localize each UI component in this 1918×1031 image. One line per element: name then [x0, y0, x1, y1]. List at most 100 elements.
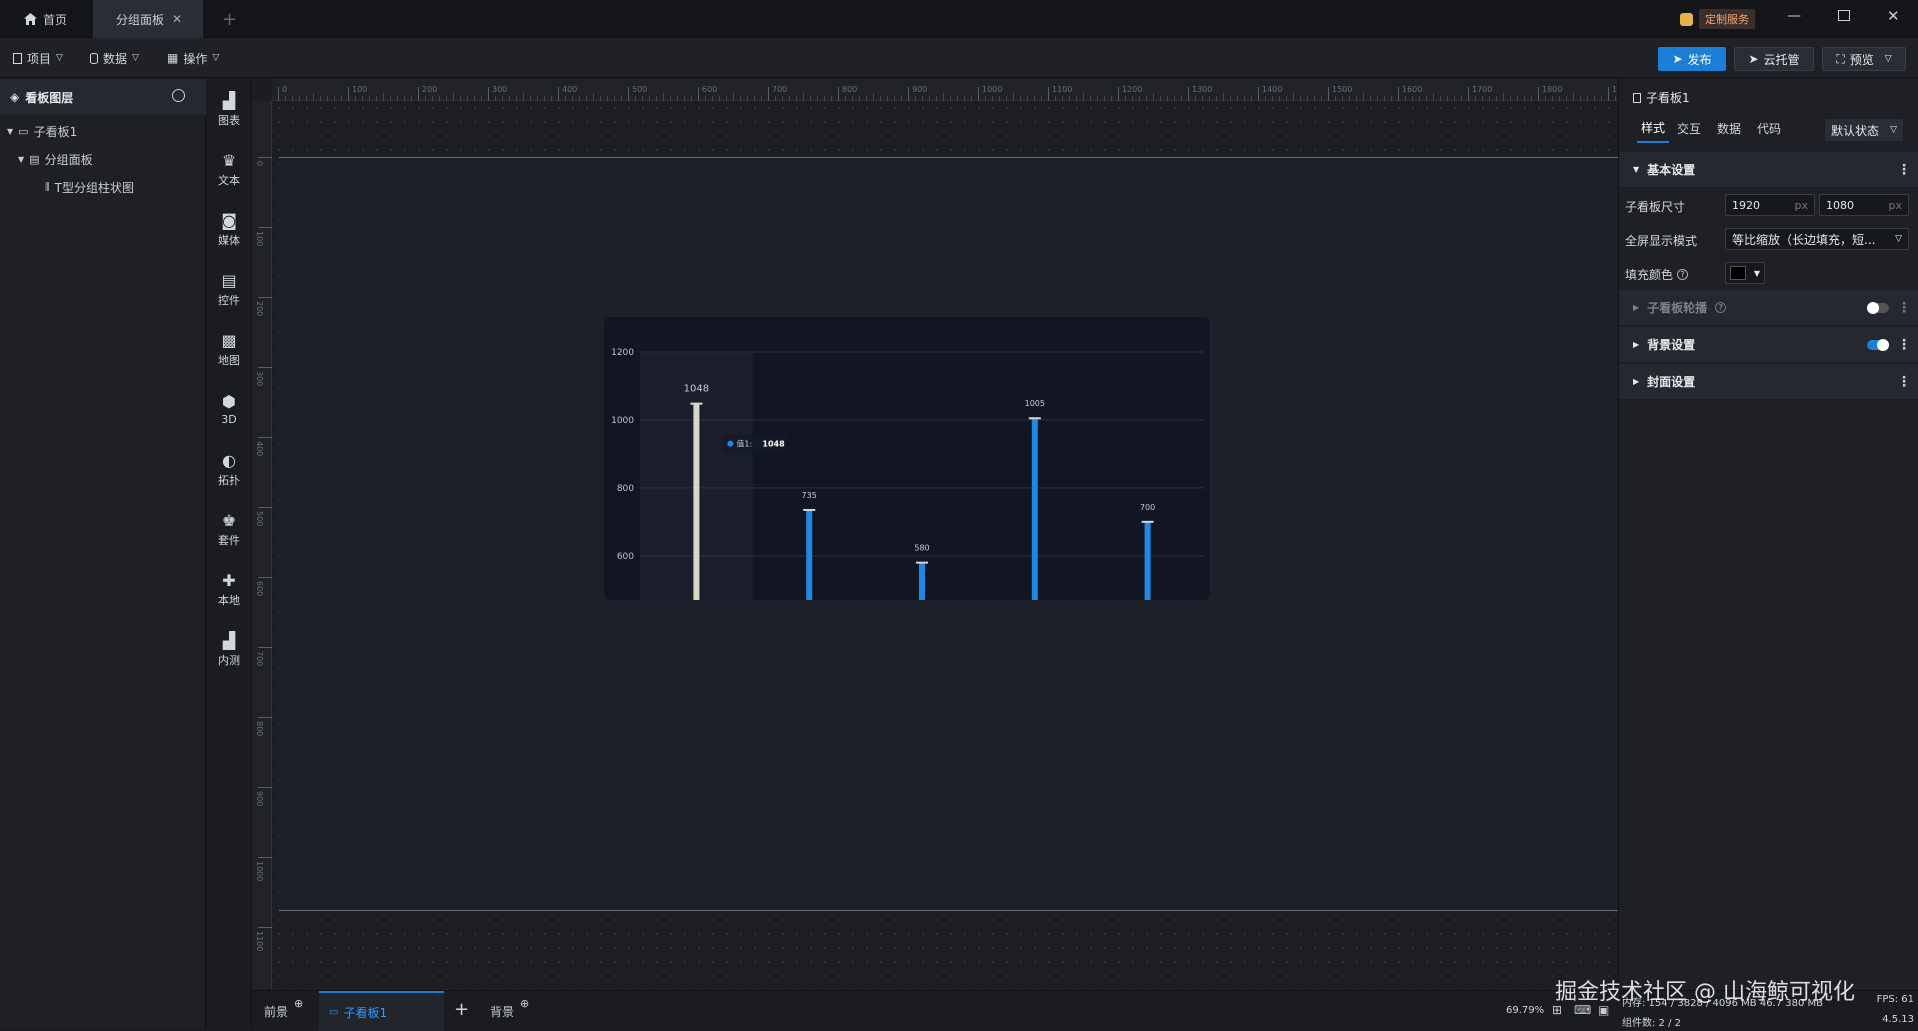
search-icon[interactable]: [172, 89, 185, 102]
zoom-level[interactable]: 69.79%: [1506, 1005, 1544, 1016]
publish-button[interactable]: ➤ 发布: [1658, 47, 1726, 71]
bar-data-label: 700: [1140, 503, 1155, 512]
ruler-minor-tick: [1356, 96, 1357, 101]
basic-settings-section[interactable]: ▼ 基本设置 ⋮: [1619, 152, 1918, 188]
cube-icon: ⬢: [222, 392, 236, 411]
new-tab-icon[interactable]: +: [222, 9, 237, 30]
preview-button[interactable]: ⛶ 预览 ▽: [1822, 47, 1906, 71]
component-label: 本地: [218, 593, 240, 607]
ruler-tick: [258, 647, 272, 648]
monitor-icon: ▭: [18, 124, 29, 138]
restore-icon[interactable]: [1838, 10, 1850, 21]
component-label: 套件: [218, 533, 240, 547]
tab-background[interactable]: 背景 ⊕: [490, 997, 529, 1020]
ruler-minor-tick: [1587, 96, 1588, 101]
tab-home[interactable]: 首页: [0, 0, 93, 38]
properties-header: 子看板1: [1633, 89, 1690, 106]
group-panel-widget[interactable]: 600 800 1000 1200 1048 735 580 1005 700 值1: 1048: [604, 317, 1210, 600]
horizontal-ruler[interactable]: 0 100 200 300 400 500 600 700 800 900 1000 1100 1200…: [272, 79, 1672, 101]
tab-interaction[interactable]: 交互: [1677, 113, 1701, 143]
width-input[interactable]: 1920 px: [1725, 194, 1815, 216]
vertical-ruler[interactable]: 0 100 200 300 400 500 600 700 800 900 1000 1100: [252, 101, 272, 990]
document-icon: [13, 52, 22, 64]
minimize-icon[interactable]: —: [1787, 8, 1801, 24]
ruler-tick: [258, 437, 272, 438]
background-toggle[interactable]: [1867, 339, 1889, 351]
ruler-minor-tick: [1181, 96, 1182, 101]
bar-data-label: 735: [802, 491, 817, 500]
component-topology[interactable]: ◐ 拓扑: [206, 445, 252, 493]
panel-icon: ▤: [29, 152, 40, 166]
tab-background-label: 背景: [490, 1005, 515, 1019]
more-options-icon[interactable]: ⋮: [1897, 163, 1911, 177]
menu-operation[interactable]: ▦ 操作 ▽: [167, 38, 219, 78]
help-icon[interactable]: ?: [1715, 302, 1727, 313]
menu-project[interactable]: 项目 ▽: [13, 38, 63, 78]
add-circle-icon[interactable]: ⊕: [520, 997, 529, 1020]
height-input[interactable]: 1080 px: [1819, 194, 1909, 216]
topology-icon: ◐: [222, 450, 236, 470]
cover-section[interactable]: ▶ 封面设置 ⋮: [1619, 364, 1918, 400]
more-options-icon[interactable]: ⋮: [1897, 375, 1911, 389]
component-media[interactable]: ◙ 媒体: [206, 205, 252, 253]
tree-item-group-panel[interactable]: ▼ ▤ 分组面板: [18, 146, 93, 172]
component-beta[interactable]: ▟ 内测: [206, 625, 252, 673]
ruler-minor-tick: [670, 96, 671, 101]
background-section[interactable]: ▶ 背景设置 ⋮: [1619, 327, 1918, 363]
more-options-icon[interactable]: ⋮: [1897, 301, 1911, 315]
tab-code[interactable]: 代码: [1757, 113, 1781, 143]
ruler-minor-tick: [285, 96, 286, 101]
menu-data[interactable]: 数据 ▽: [90, 38, 139, 78]
close-tab-icon[interactable]: ✕: [172, 12, 182, 26]
ruler-minor-tick: [593, 93, 594, 101]
component-label: 内测: [218, 653, 240, 667]
ruler-minor-tick: [1125, 96, 1126, 101]
ruler-minor-tick: [915, 96, 916, 101]
component-3d[interactable]: ⬢ 3D: [206, 385, 252, 433]
ruler-minor-tick: [1146, 96, 1147, 101]
add-sub-board-icon[interactable]: +: [454, 999, 469, 1020]
ruler-minor-tick: [789, 96, 790, 101]
ruler-tick-label: 600: [255, 581, 264, 597]
tab-data[interactable]: 数据: [1717, 113, 1741, 143]
ruler-tick: [1328, 87, 1329, 101]
tab-foreground[interactable]: 前景 ⊕: [264, 997, 303, 1020]
beta-chart-icon: ▟: [222, 630, 236, 650]
add-circle-icon[interactable]: ⊕: [294, 997, 303, 1020]
ruler-tick: [628, 87, 629, 101]
ruler-tick-label: 600: [702, 85, 718, 94]
state-select[interactable]: 默认状态 ▽: [1825, 119, 1903, 141]
component-text[interactable]: ♛ 文本: [206, 145, 252, 193]
tab-group-panel[interactable]: 分组面板 ✕: [93, 0, 203, 38]
fill-color-label: 填充颜色 ?: [1625, 266, 1689, 283]
send-icon: ➤: [1748, 52, 1759, 66]
component-chart[interactable]: ▟ 图表: [206, 85, 252, 133]
ruler-minor-tick: [600, 96, 601, 101]
ruler-minor-tick: [1384, 96, 1385, 101]
component-control[interactable]: ▤ 控件: [206, 265, 252, 313]
component-map[interactable]: ▩ 地图: [206, 325, 252, 373]
preview-label: 预览: [1849, 52, 1874, 67]
caret-down-icon: ▼: [18, 154, 25, 164]
component-local[interactable]: ✚ 本地: [206, 565, 252, 613]
fill-color-picker[interactable]: ▼: [1725, 262, 1765, 284]
tab-sub-board[interactable]: ▭ 子看板1: [319, 991, 444, 1031]
component-kit[interactable]: ♚ 套件: [206, 505, 252, 553]
tab-style[interactable]: 样式: [1637, 113, 1670, 143]
more-options-icon[interactable]: ⋮: [1897, 338, 1911, 352]
carousel-section[interactable]: ▶ 子看板轮播 ? ⋮: [1619, 290, 1918, 326]
close-window-icon[interactable]: ✕: [1887, 7, 1900, 25]
cloud-host-button[interactable]: ➤ 云托管: [1734, 47, 1814, 71]
ruler-minor-tick: [572, 96, 573, 101]
tree-item-sub-board[interactable]: ▼ ▭ 子看板1: [7, 118, 77, 144]
fullscreen-mode-select[interactable]: 等比缩放（长边填充，短... ▽: [1725, 228, 1909, 250]
ruler-minor-tick: [1209, 96, 1210, 101]
tree-item-bar-chart[interactable]: ⫼ T型分组柱状图: [45, 174, 134, 200]
layers-icon: ◈: [10, 90, 20, 104]
help-icon[interactable]: ?: [1677, 269, 1689, 280]
carousel-toggle[interactable]: [1867, 302, 1889, 314]
ruler-minor-tick: [586, 96, 587, 101]
t-bar-chart[interactable]: 600 800 1000 1200 1048 735 580 1005 700 值1: 1048: [604, 317, 1210, 600]
custom-service-button[interactable]: 定制服务: [1680, 9, 1755, 29]
ruler-tick-label: 500: [632, 85, 648, 94]
